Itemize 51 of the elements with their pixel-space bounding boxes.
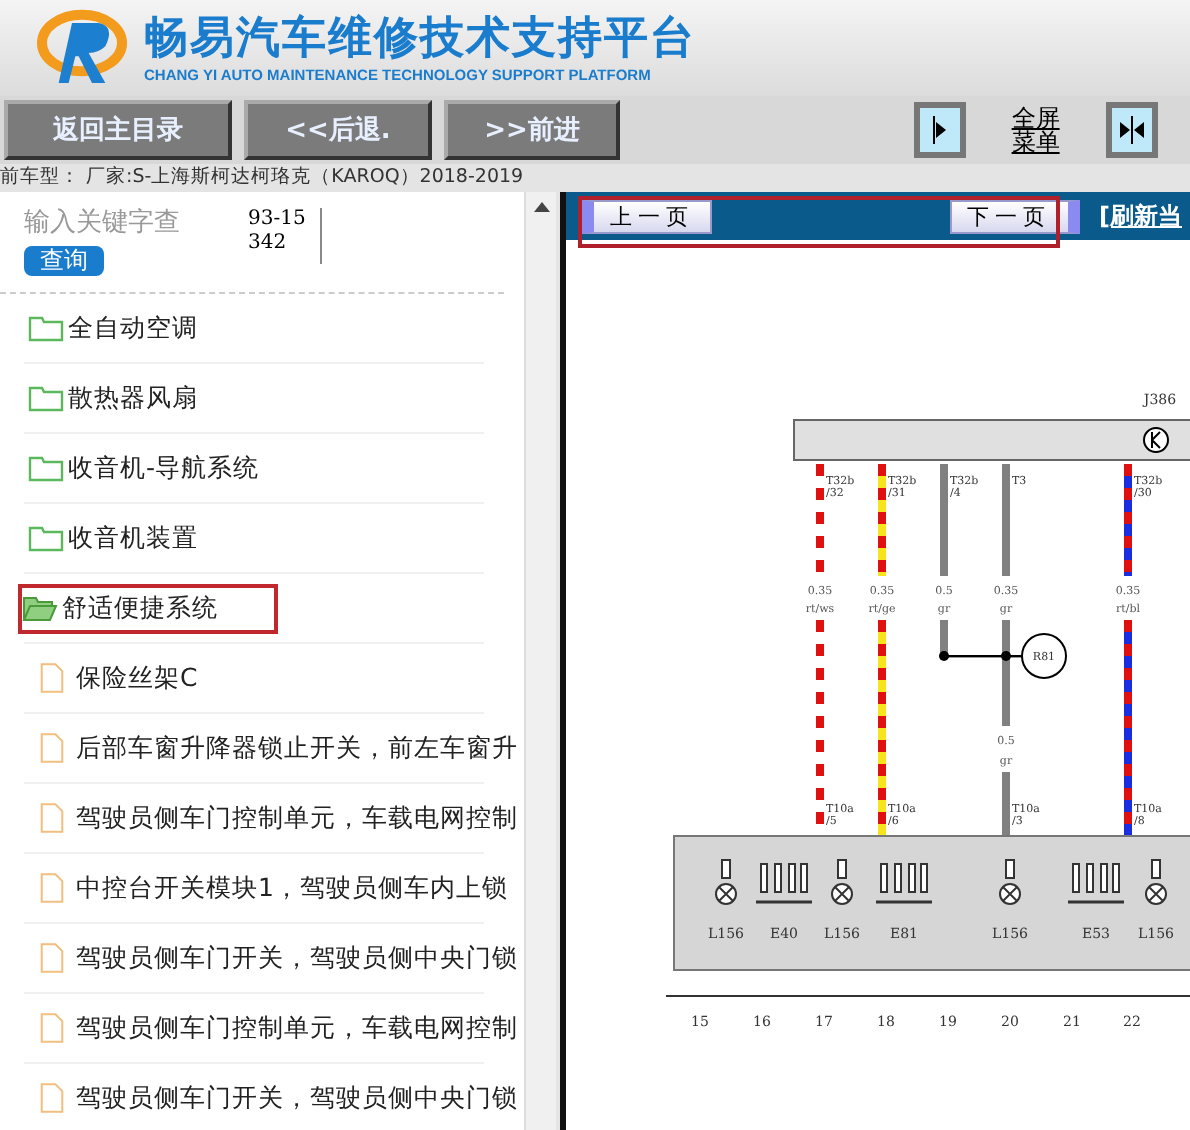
tree-folder-item[interactable]: 全自动空调 bbox=[24, 303, 202, 353]
refresh-link[interactable]: [刷新当 bbox=[1099, 199, 1182, 233]
resistor-symbol bbox=[1021, 633, 1067, 679]
lamp-symbol bbox=[715, 859, 737, 905]
tree-document-item[interactable]: 保险丝架C bbox=[36, 653, 202, 703]
document-icon bbox=[40, 802, 64, 834]
keyword-search-field[interactable]: 输入关键字查 bbox=[24, 208, 224, 238]
folder-icon bbox=[28, 314, 64, 342]
search-button[interactable]: 查询 bbox=[24, 246, 104, 276]
folder-icon bbox=[28, 454, 64, 482]
scrollbar[interactable] bbox=[524, 192, 556, 1130]
document-icon bbox=[40, 1082, 64, 1114]
tree-document-item[interactable]: 驾驶员侧车门开关，驾驶员侧中央门锁 bbox=[36, 933, 522, 983]
site-title: 畅易汽车维修技术支持平台 bbox=[144, 13, 696, 65]
document-icon bbox=[40, 662, 64, 694]
tree-folder-item[interactable]: 舒适便捷系统 bbox=[18, 583, 278, 633]
tree-document-item[interactable]: 后部车窗升降器锁止开关，前左车窗升 bbox=[36, 723, 522, 773]
junction-dot bbox=[939, 651, 949, 661]
expand-panel-button[interactable] bbox=[913, 102, 966, 158]
document-icon bbox=[40, 1012, 64, 1044]
switch-symbol bbox=[756, 863, 812, 904]
tree-folder-item[interactable]: 收音机装置 bbox=[24, 513, 202, 563]
split-arrows-icon bbox=[1118, 112, 1146, 148]
nav-button[interactable]: 返回主目录 bbox=[4, 100, 232, 160]
tree-folder-item[interactable]: 收音机-导航系统 bbox=[24, 443, 264, 493]
folder-icon bbox=[28, 524, 64, 552]
lamp-symbol bbox=[999, 859, 1021, 905]
folder-icon bbox=[28, 384, 64, 412]
tree-document-item[interactable]: 驾驶员侧车门开关，驾驶员侧中央门锁 bbox=[36, 1073, 522, 1123]
previous-page-button[interactable]: 上一页 bbox=[582, 199, 712, 233]
lamp-symbol bbox=[1145, 859, 1167, 905]
code-text: 93-15342 bbox=[248, 208, 322, 264]
document-icon bbox=[40, 732, 64, 764]
lamp-symbol bbox=[831, 859, 853, 905]
open-folder-icon bbox=[22, 594, 58, 622]
tree-folder-item[interactable]: 散热器风扇 bbox=[24, 373, 202, 423]
logo-icon bbox=[32, 8, 132, 88]
scroll-up-icon[interactable] bbox=[531, 200, 551, 212]
switch-symbol bbox=[1068, 863, 1124, 904]
junction-dot bbox=[1001, 651, 1011, 661]
tree-document-item[interactable]: 中控台开关模块1，驾驶员侧车内上锁 bbox=[36, 863, 512, 913]
tree-document-item[interactable]: 驾驶员侧车门控制单元，车载电网控制 bbox=[36, 793, 522, 843]
next-page-button[interactable]: 下一页 bbox=[949, 199, 1080, 233]
document-icon bbox=[40, 872, 64, 904]
document-icon bbox=[40, 942, 64, 974]
tree-document-item[interactable]: 驾驶员侧车门控制单元，车载电网控制 bbox=[36, 1003, 522, 1053]
nav-button[interactable]: <<后退. bbox=[244, 100, 432, 160]
split-panel-button[interactable] bbox=[1106, 102, 1158, 158]
switch-symbol bbox=[876, 863, 932, 904]
fullscreen-menu-link[interactable]: 全屏菜单 bbox=[1009, 106, 1062, 154]
nav-button[interactable]: >>前进 bbox=[444, 100, 620, 160]
